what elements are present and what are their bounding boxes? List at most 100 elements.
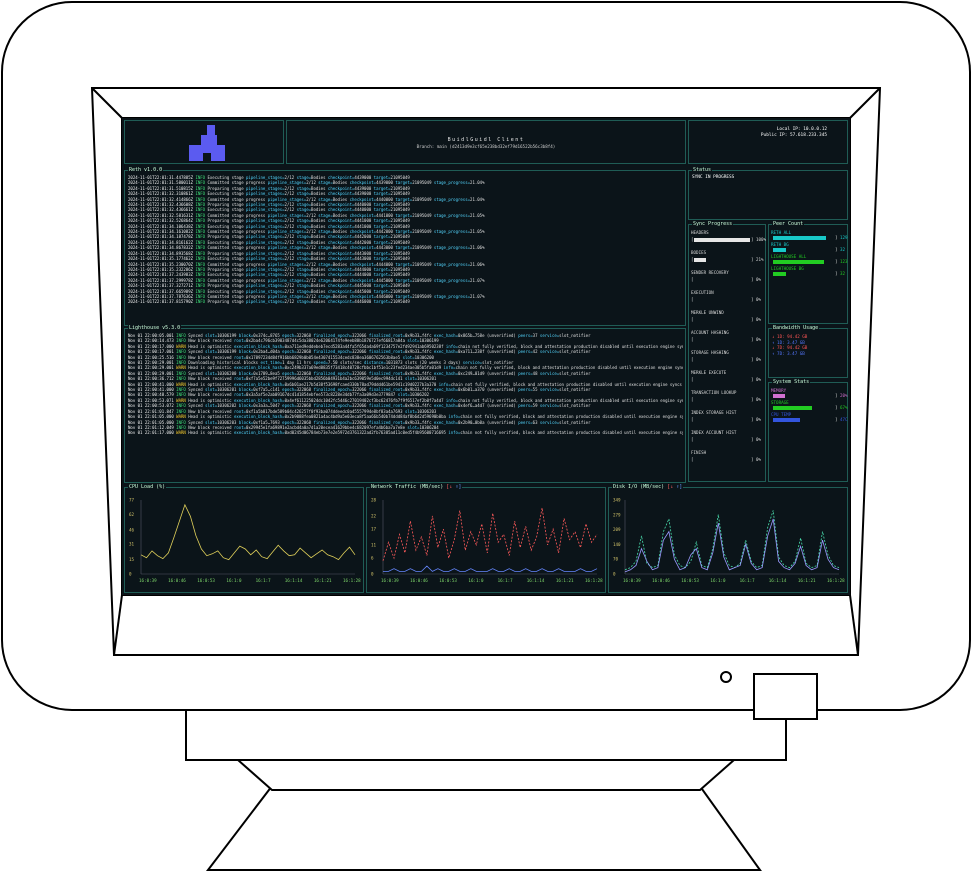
log-timestamp: Nov 01 22:00:25.516 [128, 354, 177, 360]
log-key: pipeline_stages= [246, 234, 285, 240]
log-value: 322068 [296, 370, 314, 376]
sys-value: 67% [840, 405, 848, 410]
log-key: target= [373, 191, 391, 197]
log-level: INFO [176, 354, 189, 360]
network-chart-pane: Network Traffic (MB/sec) [↓ ↑] 0 6 11 17 22 2… [366, 484, 606, 593]
x-tick-label: 16:1:14 [285, 578, 303, 583]
log-value: 0x3a3a…5047 [253, 403, 283, 409]
log-key: peers= [518, 333, 533, 338]
lighthouse-log-lines: Nov 01 22:00:05.001 INFO Synced slot=103… [128, 333, 683, 436]
log-value: 21095049 [412, 212, 434, 218]
monitor-chin [185, 707, 787, 761]
y-tick-label: 0 [129, 572, 132, 577]
log-timestamp: Nov 01 22:01:01.847 [128, 408, 177, 414]
log-value: 21.04% [470, 196, 485, 202]
log-timestamp: Nov 01 22:00:48.579 [128, 392, 177, 398]
log-key: root= [233, 392, 247, 398]
log-message: Executing stage [207, 256, 247, 262]
sync-stage-label: BODIES [691, 250, 707, 255]
system-stats-list: MEMORY] 20% STORAGE] 67% CPU TEMP] 47C [771, 388, 848, 424]
log-message: Synced [188, 387, 206, 393]
log-key: pipeline_stages= [246, 207, 285, 213]
log-value: 0x2ba4…d04a [253, 349, 283, 355]
log-level: WARN [176, 414, 189, 420]
log-value: 322066 [352, 419, 369, 425]
sync-bar-bracket: ] [751, 237, 754, 242]
log-message: Committed stage progress [207, 277, 268, 283]
log-level: INFO [195, 191, 208, 197]
peer-bracket: ] [835, 259, 838, 264]
log-timestamp: 2024-11-01T22:01:32.414866Z [128, 196, 196, 202]
log-value: 21095049 [390, 175, 410, 180]
power-button[interactable] [753, 673, 818, 720]
sync-bar-bracket: [ [691, 357, 694, 362]
sync-bar-bracket: ] [751, 277, 754, 282]
log-key: slot= [404, 376, 418, 382]
log-message: Preparing stage [207, 283, 247, 289]
log-level: WARN [176, 343, 189, 349]
log-value: 2/12 [284, 239, 297, 245]
sync-stage: INDEX STORAGE HIST [] 0% [691, 410, 763, 430]
log-key: pipeline_stages= [267, 180, 307, 186]
peer-row: LIGHTHOUSE ALL] 123 [771, 254, 848, 266]
peer-bracket: ] [835, 271, 838, 276]
log-value: chain not fully verified, block and atte… [460, 414, 683, 420]
sync-stage: EXECUTION [] 0% [691, 290, 763, 310]
log-level: INFO [176, 338, 189, 344]
log-key: pipeline_stages= [267, 229, 307, 235]
log-key: exec_hash= [433, 419, 458, 425]
network-chart-title: Network Traffic (MB/sec) [↓ ↑] [370, 484, 463, 490]
log-key: root= [233, 354, 247, 360]
sync-bar-bracket: ] [751, 417, 754, 422]
log-timestamp: 2024-11-01T22:01:31.510815Z [128, 185, 196, 191]
log-key: peers= [518, 387, 533, 393]
x-tick-label: 16:0:53 [197, 578, 215, 583]
log-key: target= [373, 185, 391, 191]
sync-progress-list: HEADERS[] 100% BODIES[] 21% SENDER RECOVERY[… [691, 230, 766, 470]
log-key: finalized_epoch= [313, 387, 353, 393]
log-key: stage= [296, 239, 312, 245]
log-value: 322066 [352, 387, 369, 393]
log-level: INFO [195, 223, 208, 229]
reth-log-pane[interactable]: Reth v1.0.0 2024-11-01T22:01:31.447885Z … [124, 167, 686, 326]
log-key: stage= [296, 256, 312, 262]
log-level: INFO [176, 419, 189, 425]
log-message: Preparing stage [207, 266, 247, 272]
log-key: target= [373, 239, 391, 245]
log-value: 21095049 [390, 288, 410, 294]
log-value: 21095049 [390, 250, 410, 256]
log-value: 0x2b90…0b0a (unverified) [458, 419, 519, 425]
log-level: INFO [176, 424, 189, 430]
log-value: 4442000 [376, 229, 396, 235]
log-key: stage= [296, 185, 312, 191]
log-value: 2/12 [284, 256, 297, 262]
lighthouse-log-pane[interactable]: Lighthouse v5.3.0 Nov 01 22:00:05.001 IN… [124, 325, 686, 483]
log-timestamp: Nov 01 22:00:29.001 [128, 360, 177, 366]
log-key: target= [373, 288, 391, 294]
log-timestamp: Nov 01 22:01:05.000 [128, 414, 177, 420]
log-value: Bodies [332, 196, 350, 202]
log-key: checkpoint= [327, 299, 355, 305]
log-key: stage= [296, 202, 312, 208]
log-value: 21095049 [390, 202, 410, 208]
log-value: 21095049 [412, 245, 434, 251]
log-value: Bodies [332, 245, 350, 251]
log-key: block= [238, 403, 254, 409]
log-value: slot_notifier [482, 360, 514, 366]
peer-value: 123 [840, 259, 848, 264]
log-value: 2/12 [284, 202, 297, 208]
log-timestamp: Nov 01 22:01:05.000 [128, 419, 177, 425]
sync-bar-bracket: [ [691, 437, 694, 442]
x-tick-label: 16:1:0 [468, 578, 484, 583]
log-message: Executing stage [207, 239, 247, 245]
log-key: slot= [402, 354, 415, 360]
log-key: finalized_root= [368, 419, 405, 425]
sync-stage: STORAGE HASHING [] 0% [691, 350, 763, 370]
log-key: service= [539, 370, 560, 376]
log-value: 10306199 [217, 333, 239, 338]
log-level: INFO [195, 202, 208, 208]
log-key: epoch= [282, 419, 297, 425]
log-value: 4440000 [376, 196, 396, 202]
log-value: 0x9b33…f4fc [405, 349, 434, 355]
log-key: root= [233, 408, 247, 414]
